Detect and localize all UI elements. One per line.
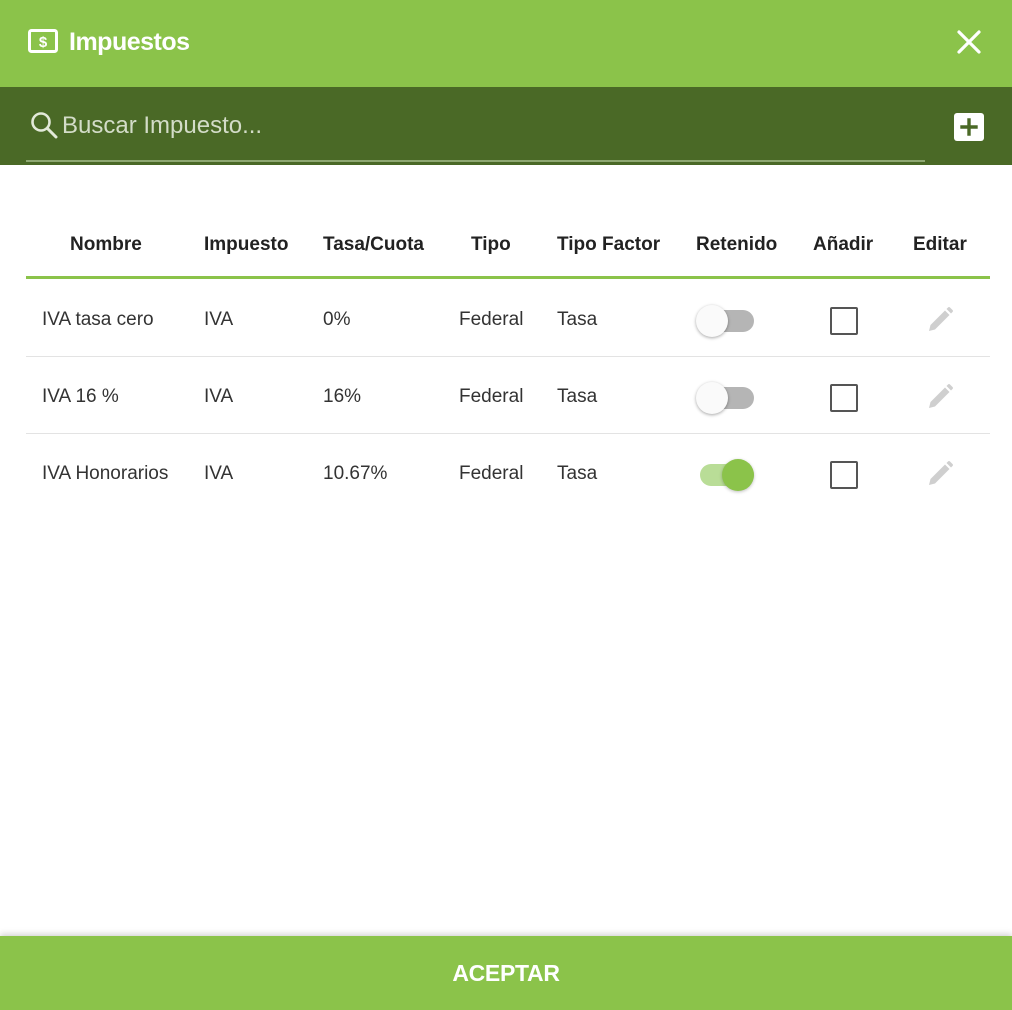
anadir-checkbox[interactable]: [830, 461, 858, 489]
cell-tasa: 0%: [323, 309, 351, 330]
retenido-toggle[interactable]: [696, 302, 756, 337]
pencil-icon[interactable]: [924, 304, 956, 336]
cell-impuesto: IVA: [204, 309, 234, 330]
header-tipo-factor: Tipo Factor: [557, 234, 661, 255]
cell-nombre: IVA 16 %: [42, 386, 119, 407]
accept-button[interactable]: ACEPTAR: [0, 936, 1012, 1010]
retenido-toggle[interactable]: [696, 456, 756, 491]
table-row: IVA Honorarios IVA 10.67% Federal Tasa: [26, 434, 990, 511]
cell-tipo: Federal: [459, 463, 524, 484]
table-row: IVA tasa cero IVA 0% Federal Tasa: [26, 280, 990, 357]
header-editar: Editar: [913, 234, 967, 255]
search-icon: [31, 112, 58, 139]
cell-impuesto: IVA: [204, 386, 234, 407]
header-retenido: Retenido: [696, 234, 778, 255]
header-nombre: Nombre: [70, 234, 142, 255]
search-input[interactable]: [62, 106, 922, 146]
header-impuesto: Impuesto: [204, 234, 289, 255]
add-tax-button[interactable]: [954, 113, 984, 141]
cell-nombre: IVA tasa cero: [42, 309, 154, 330]
add-box-icon[interactable]: [960, 118, 978, 136]
header-tasa-cuota: Tasa/Cuota: [323, 234, 425, 255]
header-tipo: Tipo: [471, 234, 511, 255]
anadir-checkbox[interactable]: [830, 384, 858, 412]
money-icon: $: [28, 29, 58, 53]
close-icon[interactable]: [952, 25, 986, 59]
toggle-thumb: [696, 382, 728, 414]
search-underline: [26, 160, 925, 162]
cell-impuesto: IVA: [204, 463, 234, 484]
cell-tipo: Federal: [459, 309, 524, 330]
header-divider: [26, 276, 990, 279]
anadir-checkbox[interactable]: [830, 307, 858, 335]
cell-tasa: 16%: [323, 386, 362, 407]
header-anadir: Añadir: [813, 234, 874, 255]
toggle-thumb: [696, 305, 728, 337]
cell-tipo-factor: Tasa: [557, 386, 598, 407]
toggle-thumb: [722, 459, 754, 491]
cell-tasa: 10.67%: [323, 463, 388, 484]
cell-tipo-factor: Tasa: [557, 309, 598, 330]
close-button[interactable]: [952, 25, 986, 59]
dialog-title: Impuestos: [69, 28, 190, 56]
cell-tipo-factor: Tasa: [557, 463, 598, 484]
svg-text:$: $: [39, 34, 48, 51]
pencil-icon[interactable]: [924, 381, 956, 413]
retenido-toggle[interactable]: [696, 379, 756, 414]
cell-tipo: Federal: [459, 386, 524, 407]
dialog-titlebar: $ Impuestos: [0, 0, 1012, 87]
table-row: IVA 16 % IVA 16% Federal Tasa: [26, 357, 990, 434]
cell-nombre: IVA Honorarios: [42, 463, 169, 484]
pencil-icon[interactable]: [924, 458, 956, 490]
dialog-footer: ACEPTAR: [0, 936, 1012, 1010]
